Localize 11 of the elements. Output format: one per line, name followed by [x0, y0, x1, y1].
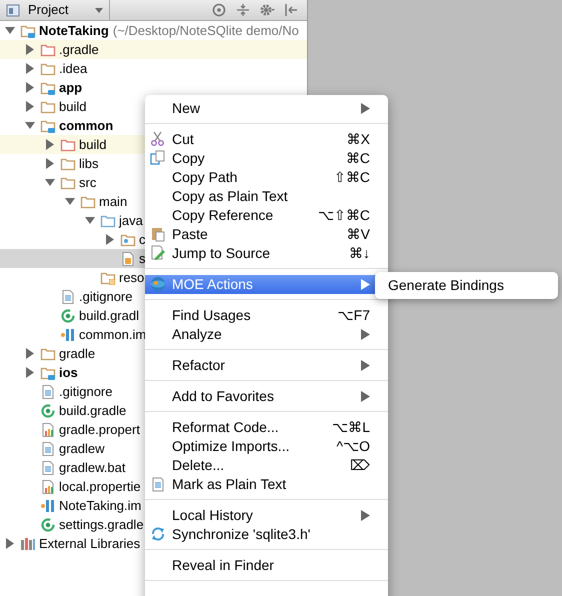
shortcut-text: ⌦	[350, 456, 370, 475]
shortcut-text: ^⌥O	[336, 437, 370, 456]
path-note: (~/Desktop/NoteSQlite demo/No	[112, 22, 299, 40]
shortcut-text: ⌘X	[346, 130, 370, 149]
shortcut-text: ⌥F7	[338, 306, 370, 325]
shortcut-text: ⌘V	[346, 225, 370, 244]
shortcut-text: ⇧⌘C	[334, 168, 370, 187]
shortcut-text: ⌥⌘L	[332, 418, 370, 437]
shortcut-text: ⌥⇧⌘C	[318, 206, 370, 225]
shortcut-text: ⌘↓	[349, 244, 370, 263]
shortcut-text: ⌘C	[346, 149, 370, 168]
